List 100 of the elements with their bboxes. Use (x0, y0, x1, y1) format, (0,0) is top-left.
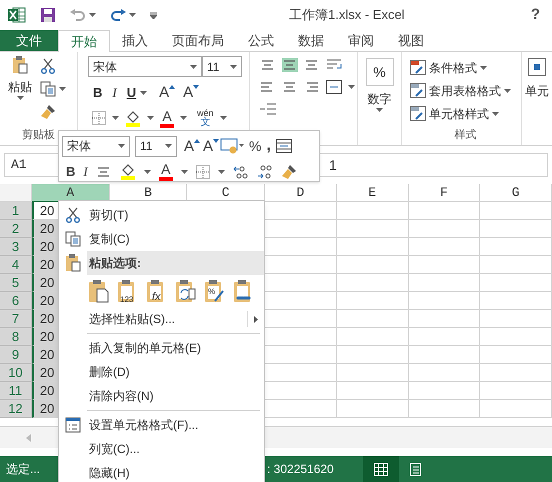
center-align-icon[interactable] (96, 164, 112, 179)
font-name-dropdown[interactable]: 宋体 (62, 136, 130, 156)
align-center-icon[interactable] (282, 80, 298, 94)
customize-toolbar-icon[interactable] (150, 12, 157, 18)
table-cell (480, 292, 552, 310)
percent-style-button[interactable]: % (249, 136, 262, 156)
borders-icon[interactable] (196, 164, 210, 179)
increase-decimal-icon[interactable] (256, 164, 273, 179)
accounting-format-icon[interactable] (220, 138, 244, 154)
clipboard-icon (65, 254, 81, 272)
ribbon-tab[interactable]: 审阅 (336, 30, 386, 51)
cell-styles-icon (410, 106, 426, 121)
row-header[interactable]: 3 (0, 238, 32, 256)
font-color-button[interactable]: A (158, 162, 173, 182)
comma-style-button[interactable]: , (266, 134, 271, 158)
decrease-decimal-icon[interactable] (232, 164, 249, 179)
caret-icon (230, 64, 237, 68)
help-button[interactable]: ? (530, 4, 540, 26)
borders-icon[interactable] (92, 111, 106, 125)
column-header[interactable]: F (408, 184, 480, 202)
font-color-button[interactable]: A (160, 108, 174, 128)
row-header[interactable]: 5 (0, 274, 32, 292)
paste-button[interactable]: 粘贴 (8, 56, 32, 126)
fill-bucket-icon[interactable] (125, 110, 141, 126)
caret-icon (144, 170, 151, 174)
ribbon-tab[interactable]: 数据 (286, 30, 336, 51)
file-tab[interactable]: 文件 (0, 30, 58, 51)
row-header[interactable]: 4 (0, 256, 32, 274)
underline-button[interactable]: U (126, 83, 136, 102)
caret-icon (220, 116, 227, 120)
clipboard-icon (12, 56, 28, 74)
normal-view-button[interactable] (363, 456, 399, 482)
table-icon[interactable] (276, 139, 292, 153)
align-middle-icon[interactable] (282, 58, 298, 72)
group-label: 剪贴板 (21, 128, 56, 142)
fill-bucket-icon[interactable] (120, 163, 136, 180)
bold-button[interactable]: B (66, 162, 76, 182)
redo-icon[interactable] (110, 9, 126, 21)
save-icon[interactable] (40, 7, 56, 23)
table-cell (408, 346, 480, 364)
phonetic-guide-button[interactable]: wén 文 (197, 108, 214, 128)
page-icon (410, 462, 424, 476)
table-cell (408, 400, 480, 418)
caret-icon (480, 66, 487, 70)
style-menu-item[interactable]: 条件格式 (429, 58, 477, 76)
font-size-dropdown[interactable]: 11 (202, 56, 242, 77)
italic-button[interactable]: I (83, 162, 88, 182)
column-header[interactable]: D (265, 184, 337, 202)
column-header[interactable]: A (32, 184, 110, 202)
conditional-format-icon (410, 60, 426, 75)
menu-item[interactable]: 隐藏(H) (87, 464, 130, 482)
font-size-dropdown[interactable]: 11 (135, 136, 177, 156)
row-header[interactable]: 10 (0, 364, 32, 382)
align-top-icon[interactable] (260, 58, 276, 72)
row-header[interactable]: 6 (0, 292, 32, 310)
ribbon-tab[interactable]: 页面布局 (160, 30, 236, 51)
row-header[interactable]: 1 (0, 202, 32, 220)
table-cell (480, 400, 552, 418)
bold-button[interactable]: B (93, 83, 102, 102)
ribbon-tab[interactable]: 视图 (386, 30, 436, 51)
column-header[interactable]: E (336, 184, 409, 202)
column-header[interactable]: G (480, 184, 552, 202)
paste-transpose-icon[interactable] (174, 279, 196, 303)
copy-icon (40, 81, 56, 97)
paste-icon[interactable] (87, 279, 109, 303)
caret-icon (118, 144, 125, 148)
align-right-icon[interactable] (304, 80, 320, 94)
merge-cells-icon[interactable] (326, 80, 342, 94)
ribbon-tab[interactable]: 公式 (236, 30, 286, 51)
row-header[interactable]: 7 (0, 310, 32, 328)
style-menu-item[interactable]: 套用表格格式 (429, 82, 501, 100)
caret-icon (112, 116, 119, 120)
cells-icon[interactable] (528, 58, 546, 76)
row-header[interactable]: 8 (0, 328, 32, 346)
number-format-button[interactable]: % (366, 58, 394, 86)
ribbon-tab[interactable]: 插入 (110, 30, 160, 51)
status-mode: 选定... (6, 461, 40, 478)
table-cell (408, 238, 480, 256)
format-painter-icon[interactable] (280, 164, 297, 180)
italic-button[interactable]: I (112, 83, 117, 102)
align-bottom-icon[interactable] (304, 58, 320, 72)
format-cells-icon (65, 417, 81, 433)
table-cell (408, 274, 480, 292)
format-painter-icon[interactable] (40, 104, 56, 120)
table-cell (480, 310, 552, 328)
row-header[interactable]: 12 (0, 400, 32, 418)
status-sum: : 302251620 (267, 461, 335, 478)
caret-icon (180, 170, 188, 174)
caret-icon (140, 90, 148, 95)
menu-item[interactable]: 设置单元格格式(F)... (87, 416, 198, 434)
caret-icon (59, 87, 66, 91)
row-header[interactable]: 9 (0, 346, 32, 364)
scissors-icon (40, 58, 56, 74)
menu-item[interactable]: 列宽(C)... (87, 440, 140, 458)
row-header[interactable]: 2 (0, 220, 32, 238)
row-header[interactable]: 11 (0, 382, 32, 400)
ribbon-tab[interactable]: 开始 (58, 30, 110, 52)
indent-icon[interactable] (260, 102, 276, 116)
font-name-dropdown[interactable]: 宋体 (88, 56, 202, 77)
style-menu-item[interactable]: 单元格样式 (429, 104, 489, 122)
